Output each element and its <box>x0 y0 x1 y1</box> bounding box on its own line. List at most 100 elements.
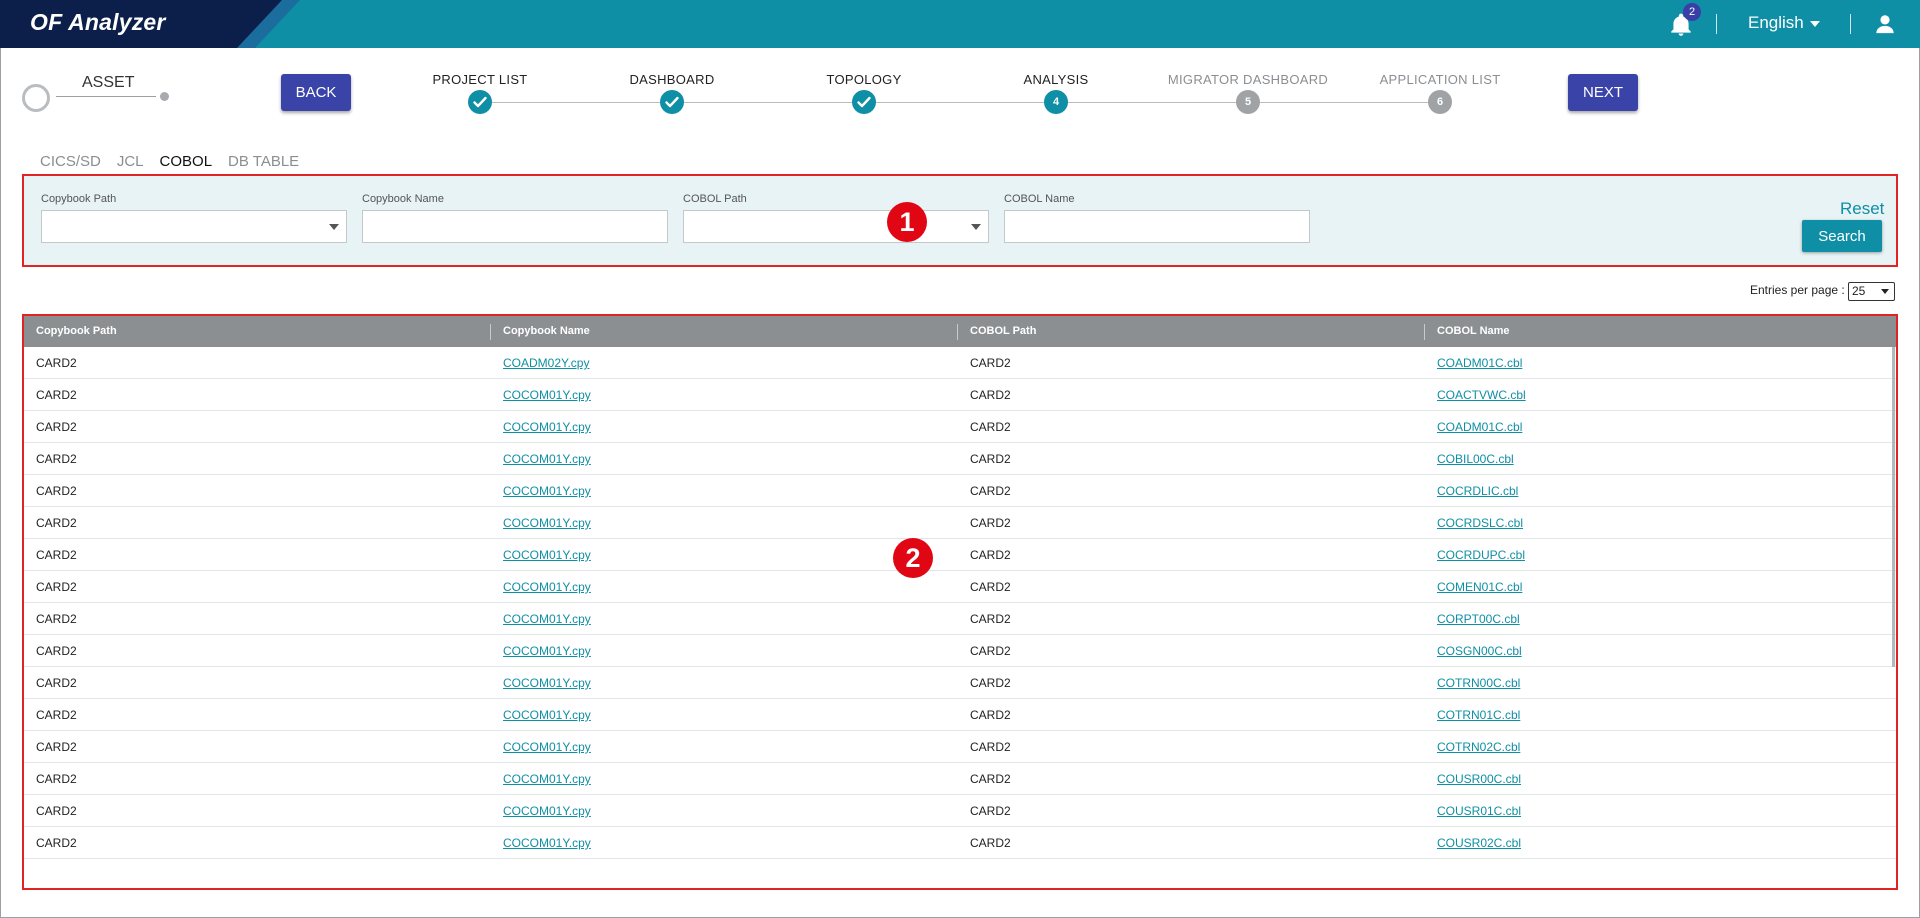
cell-copybook-name-link[interactable]: COCOM01Y.cpy <box>491 635 591 667</box>
cell-copybook-name-link[interactable]: COCOM01Y.cpy <box>491 507 591 539</box>
cell-cobol-path: CARD2 <box>970 676 1011 690</box>
cell-copybook-name-link[interactable]: COCOM01Y.cpy <box>491 763 591 795</box>
step-number[interactable]: 5 <box>1236 90 1260 114</box>
table-row: CARD2 COCOM01Y.cpy CARD2 COUSR00C.cbl <box>24 763 1896 795</box>
app-header: OF Analyzer 2 English <box>0 0 1920 48</box>
back-button[interactable]: BACK <box>281 74 351 111</box>
step-label[interactable]: APPLICATION LIST <box>1340 72 1540 87</box>
cell-cobol-name-link[interactable]: COMEN01C.cbl <box>1425 571 1522 603</box>
copybook-path-select[interactable] <box>41 210 347 243</box>
asset-toggle[interactable] <box>22 84 50 112</box>
search-button[interactable]: Search <box>1802 220 1882 252</box>
cell-copybook-name-link[interactable]: COCOM01Y.cpy <box>491 443 591 475</box>
cell-copybook-name-link[interactable]: COCOM01Y.cpy <box>491 667 591 699</box>
table-row: CARD2 COCOM01Y.cpy CARD2 COTRN00C.cbl <box>24 667 1896 699</box>
cell-cobol-name-link[interactable]: COTRN02C.cbl <box>1425 731 1520 763</box>
table-header: Copybook Path Copybook Name COBOL Path C… <box>24 316 1896 347</box>
tab-db-table[interactable]: DB TABLE <box>228 153 299 170</box>
cell-copybook-name-link[interactable]: COCOM01Y.cpy <box>491 731 591 763</box>
step-label[interactable]: ANALYSIS <box>956 72 1156 87</box>
chevron-down-icon <box>1881 289 1889 294</box>
cell-copybook-name-link[interactable]: COADM02Y.cpy <box>491 347 589 379</box>
cell-copybook-name-link[interactable]: COCOM01Y.cpy <box>491 475 591 507</box>
table-row: CARD2 COADM02Y.cpy CARD2 COADM01C.cbl <box>24 347 1896 379</box>
step-label[interactable]: PROJECT LIST <box>380 72 580 87</box>
tab-jcl[interactable]: JCL <box>117 153 144 170</box>
entries-per-page-label: Entries per page : <box>1750 283 1845 297</box>
cell-cobol-path: CARD2 <box>970 516 1011 530</box>
table-row: CARD2 COCOM01Y.cpy CARD2 COCRDSLC.cbl <box>24 507 1896 539</box>
cell-copybook-path: CARD2 <box>36 644 77 658</box>
cell-copybook-name-link[interactable]: COCOM01Y.cpy <box>491 539 591 571</box>
table-row: CARD2 COCOM01Y.cpy CARD2 COBIL00C.cbl <box>24 443 1896 475</box>
cell-cobol-name-link[interactable]: CORPT00C.cbl <box>1425 603 1520 635</box>
cell-copybook-name-link[interactable]: COCOM01Y.cpy <box>491 827 591 859</box>
asset-tabs: CICS/SD JCL COBOL DB TABLE <box>40 153 299 170</box>
column-header-cobol-name[interactable]: COBOL Name <box>1425 316 1510 347</box>
reset-link[interactable]: Reset <box>1840 199 1884 219</box>
entries-per-page-select[interactable]: 25 <box>1848 282 1895 301</box>
checkmark-icon[interactable] <box>468 90 492 114</box>
cell-copybook-path: CARD2 <box>36 356 77 370</box>
table-row: CARD2 COCOM01Y.cpy CARD2 COMEN01C.cbl <box>24 571 1896 603</box>
copybook-name-label: Copybook Name <box>362 193 444 205</box>
app-logo[interactable]: OF Analyzer <box>30 9 166 36</box>
callout-marker-1: 1 <box>887 202 927 242</box>
step-label[interactable]: TOPOLOGY <box>764 72 964 87</box>
language-label: English <box>1748 13 1804 32</box>
table-row: CARD2 COCOM01Y.cpy CARD2 COTRN02C.cbl <box>24 731 1896 763</box>
cell-cobol-path: CARD2 <box>970 644 1011 658</box>
cell-copybook-name-link[interactable]: COCOM01Y.cpy <box>491 699 591 731</box>
cell-copybook-path: CARD2 <box>36 804 77 818</box>
cell-copybook-name-link[interactable]: COCOM01Y.cpy <box>491 603 591 635</box>
user-icon[interactable] <box>1874 13 1896 35</box>
table-row: CARD2 COCOM01Y.cpy CARD2 COCRDLIC.cbl <box>24 475 1896 507</box>
cobol-name-input[interactable] <box>1004 210 1310 243</box>
cell-cobol-name-link[interactable]: COADM01C.cbl <box>1425 411 1522 443</box>
cell-cobol-name-link[interactable]: COTRN00C.cbl <box>1425 667 1520 699</box>
cobol-path-select[interactable] <box>683 210 989 243</box>
step-label[interactable]: MIGRATOR DASHBOARD <box>1148 72 1348 87</box>
column-header-copybook-path[interactable]: Copybook Path <box>24 316 117 347</box>
cell-cobol-name-link[interactable]: COACTVWC.cbl <box>1425 379 1526 411</box>
cobol-path-label: COBOL Path <box>683 193 747 205</box>
next-button[interactable]: NEXT <box>1568 74 1638 111</box>
chevron-down-icon <box>971 224 981 230</box>
cell-copybook-name-link[interactable]: COCOM01Y.cpy <box>491 795 591 827</box>
cell-cobol-name-link[interactable]: COBIL00C.cbl <box>1425 443 1514 475</box>
table-scrollbar[interactable] <box>1892 347 1895 667</box>
cell-cobol-name-link[interactable]: COUSR02C.cbl <box>1425 827 1521 859</box>
cell-cobol-name-link[interactable]: COCRDLIC.cbl <box>1425 475 1518 507</box>
cell-copybook-path: CARD2 <box>36 836 77 850</box>
cell-cobol-name-link[interactable]: COCRDUPC.cbl <box>1425 539 1525 571</box>
cell-cobol-path: CARD2 <box>970 548 1011 562</box>
table-row: CARD2 COCOM01Y.cpy CARD2 CORPT00C.cbl <box>24 603 1896 635</box>
tab-cobol[interactable]: COBOL <box>160 153 213 170</box>
cell-cobol-name-link[interactable]: COUSR01C.cbl <box>1425 795 1521 827</box>
cell-copybook-path: CARD2 <box>36 516 77 530</box>
checkmark-icon[interactable] <box>852 90 876 114</box>
copybook-name-input[interactable] <box>362 210 668 243</box>
cell-cobol-name-link[interactable]: COCRDSLC.cbl <box>1425 507 1523 539</box>
cell-cobol-name-link[interactable]: COTRN01C.cbl <box>1425 699 1520 731</box>
column-header-copybook-name[interactable]: Copybook Name <box>491 316 590 347</box>
cell-copybook-name-link[interactable]: COCOM01Y.cpy <box>491 379 591 411</box>
cell-cobol-name-link[interactable]: COADM01C.cbl <box>1425 347 1522 379</box>
cell-cobol-name-link[interactable]: COSGN00C.cbl <box>1425 635 1522 667</box>
cell-copybook-name-link[interactable]: COCOM01Y.cpy <box>491 571 591 603</box>
column-header-cobol-path[interactable]: COBOL Path <box>958 316 1036 347</box>
step-number[interactable]: 4 <box>1044 90 1068 114</box>
cell-cobol-name-link[interactable]: COUSR00C.cbl <box>1425 763 1521 795</box>
cell-copybook-path: CARD2 <box>36 708 77 722</box>
table-row: CARD2 COCOM01Y.cpy CARD2 COACTVWC.cbl <box>24 379 1896 411</box>
cell-copybook-path: CARD2 <box>36 676 77 690</box>
language-selector[interactable]: English <box>1748 13 1820 33</box>
results-table: Copybook Path Copybook Name COBOL Path C… <box>22 314 1898 890</box>
step-number[interactable]: 6 <box>1428 90 1452 114</box>
step-label[interactable]: DASHBOARD <box>572 72 772 87</box>
cell-copybook-path: CARD2 <box>36 580 77 594</box>
tab-cics-sd[interactable]: CICS/SD <box>40 153 101 170</box>
asset-label: ASSET <box>82 74 135 91</box>
checkmark-icon[interactable] <box>660 90 684 114</box>
cell-copybook-name-link[interactable]: COCOM01Y.cpy <box>491 411 591 443</box>
